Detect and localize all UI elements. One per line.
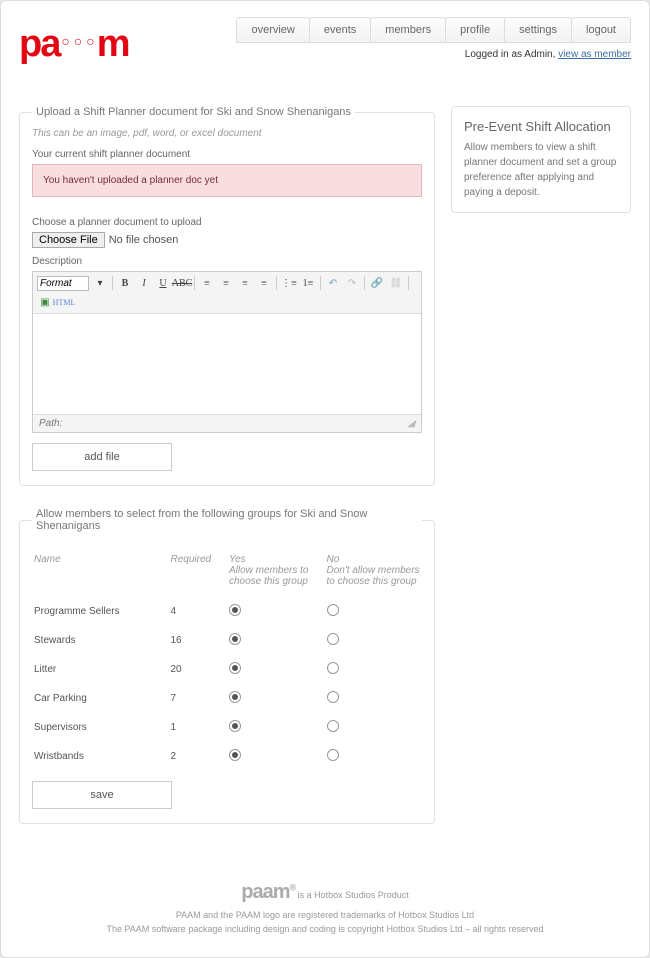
group-name: Litter [32,655,169,684]
editor-toolbar: ▾ B I U ABC ≡ ≡ ≡ ≡ ⋮≡ 1≡ [33,272,421,314]
allow-no-radio[interactable] [327,662,339,674]
nav-profile[interactable]: profile [445,17,505,43]
align-justify-icon[interactable]: ≡ [256,275,272,291]
footer: paam® is a Hotbox Studios Product PAAM a… [19,876,631,937]
col-required: Required [169,550,228,597]
table-row: Supervisors1 [32,713,422,742]
table-row: Stewards16 [32,626,422,655]
underline-icon[interactable]: U [155,275,171,291]
format-dropdown-icon[interactable]: ▾ [92,275,108,291]
table-row: Car Parking7 [32,684,422,713]
nav-events[interactable]: events [309,17,371,43]
redo-icon[interactable]: ↷ [344,275,360,291]
align-left-icon[interactable]: ≡ [199,275,215,291]
no-file-text: No file chosen [109,234,179,246]
strike-icon[interactable]: ABC [174,275,190,291]
allow-yes-radio[interactable] [229,691,241,703]
sidebar-title: Pre-Event Shift Allocation [464,119,618,134]
table-row: Programme Sellers4 [32,597,422,626]
col-yes: YesAllow members to choose this group [227,550,325,597]
italic-icon[interactable]: I [136,275,152,291]
groups-table: Name Required YesAllow members to choose… [32,550,422,771]
allow-yes-radio[interactable] [229,749,241,761]
login-status: Logged in as Admin, view as member [237,49,631,60]
group-name: Car Parking [32,684,169,713]
allow-yes-radio[interactable] [229,633,241,645]
add-file-button[interactable]: add file [32,443,172,471]
view-as-member-link[interactable]: view as member [558,49,631,60]
nav-logout[interactable]: logout [571,17,631,43]
groups-legend: Allow members to select from the followi… [32,508,422,532]
link-icon[interactable]: 🔗 [369,275,385,291]
number-list-icon[interactable]: 1≡ [300,275,316,291]
groups-fieldset: Allow members to select from the followi… [19,508,435,824]
group-required: 1 [169,713,228,742]
nav-settings[interactable]: settings [504,17,572,43]
bullet-list-icon[interactable]: ⋮≡ [281,275,297,291]
group-required: 20 [169,655,228,684]
group-name: Stewards [32,626,169,655]
col-name: Name [32,550,169,597]
html-icon[interactable]: HTML [56,294,72,310]
table-row: Litter20 [32,655,422,684]
sidebar-box: Pre-Event Shift Allocation Allow members… [451,106,631,213]
sidebar-text: Allow members to view a shift planner do… [464,140,618,200]
upload-fieldset: Upload a Shift Planner document for Ski … [19,106,435,486]
image-icon[interactable]: ▣ [37,294,53,310]
group-name: Supervisors [32,713,169,742]
save-button[interactable]: save [32,781,172,809]
choose-file-button[interactable]: Choose File [32,232,105,248]
group-name: Programme Sellers [32,597,169,626]
table-row: Wristbands2 [32,742,422,771]
footer-copyright: The PAAM software package including desi… [19,922,631,936]
allow-yes-radio[interactable] [229,662,241,674]
editor-textarea[interactable] [33,314,421,414]
logo: pa○○○m [19,23,129,66]
group-required: 16 [169,626,228,655]
allow-no-radio[interactable] [327,604,339,616]
resize-handle-icon[interactable]: ◢ [407,418,415,429]
allow-yes-radio[interactable] [229,720,241,732]
allow-no-radio[interactable] [327,749,339,761]
col-no: NoDon't allow members to choose this gro… [325,550,423,597]
editor-path: Path: [39,418,62,429]
align-right-icon[interactable]: ≡ [237,275,253,291]
allow-no-radio[interactable] [327,720,339,732]
undo-icon[interactable]: ↶ [325,275,341,291]
allow-yes-radio[interactable] [229,604,241,616]
format-select[interactable] [37,276,89,291]
group-required: 2 [169,742,228,771]
upload-subtitle: This can be an image, pdf, word, or exce… [32,128,422,139]
current-doc-label: Your current shift planner document [32,149,422,160]
allow-no-radio[interactable] [327,691,339,703]
upload-legend: Upload a Shift Planner document for Ski … [32,106,355,118]
group-name: Wristbands [32,742,169,771]
footer-logo: paam® [241,881,295,903]
group-required: 4 [169,597,228,626]
choose-label: Choose a planner document to upload [32,217,422,228]
unlink-icon[interactable]: ⛓ [388,275,404,291]
rich-editor: ▾ B I U ABC ≡ ≡ ≡ ≡ ⋮≡ 1≡ [32,271,422,433]
main-nav: overvieweventsmembersprofilesettingslogo… [237,17,631,43]
no-upload-alert: You haven't uploaded a planner doc yet [32,164,422,197]
nav-members[interactable]: members [370,17,446,43]
footer-trademark: PAAM and the PAAM logo are registered tr… [19,908,631,922]
group-required: 7 [169,684,228,713]
description-label: Description [32,256,422,267]
bold-icon[interactable]: B [117,275,133,291]
align-center-icon[interactable]: ≡ [218,275,234,291]
nav-overview[interactable]: overview [236,17,309,43]
allow-no-radio[interactable] [327,633,339,645]
